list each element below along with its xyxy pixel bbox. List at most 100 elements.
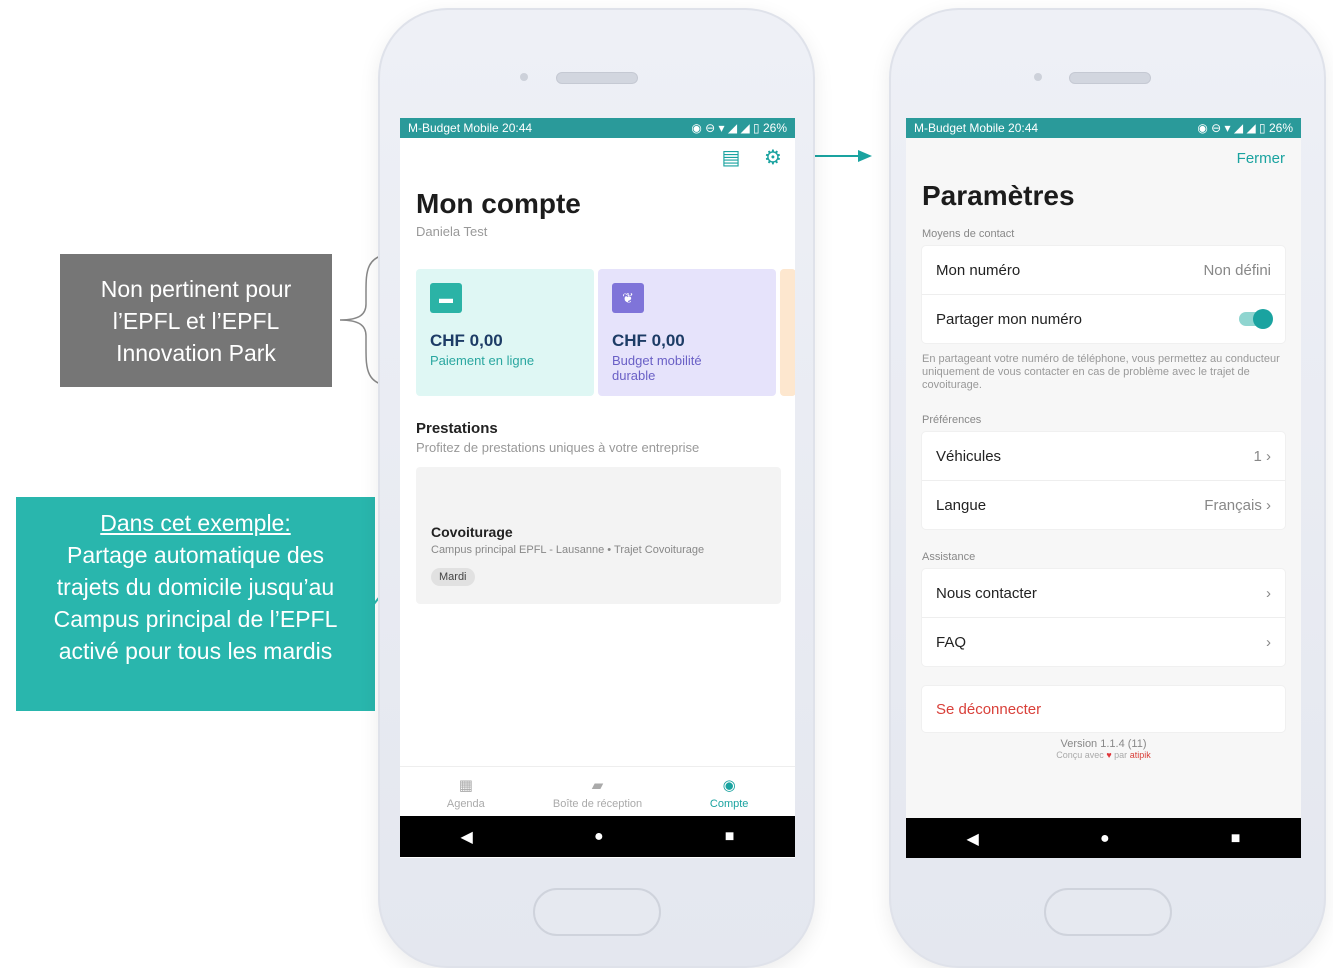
row-label: Partager mon numéro	[936, 310, 1082, 328]
day-chip: Mardi	[431, 568, 475, 586]
tab-label: Compte	[709, 798, 749, 810]
battery-level: ◉ ⊖ ▾ ◢ ◢ ▯ 26%	[1197, 121, 1293, 135]
next-card-peek[interactable]	[780, 269, 795, 396]
battery-text: 26%	[1268, 121, 1293, 135]
heart-icon: ♥	[1106, 750, 1112, 760]
annotation-example: Dans cet exemple: Partage automatique de…	[16, 497, 375, 711]
section-subtitle: Profitez de prestations uniques à votre …	[416, 440, 700, 455]
bottom-tab-bar: ▦ Agenda ▰ Boîte de réception ◉ Compte	[400, 766, 795, 817]
gear-icon[interactable]: ⚙	[763, 148, 783, 168]
card-label: Budget mobilité durable	[612, 353, 702, 383]
vehicles-row[interactable]: Véhicules 1 ›	[922, 432, 1285, 481]
credits-by: par	[1114, 750, 1128, 760]
annotation-line: l’EPFL et l’EPFL	[112, 307, 280, 334]
row-value: Non défini	[1203, 261, 1271, 279]
share-number-toggle[interactable]	[1239, 309, 1273, 329]
phone-frame-right: M-Budget Mobile 20:44 ◉ ⊖ ▾ ◢ ◢ ▯ 26% Fe…	[889, 8, 1326, 968]
account-screen: M-Budget Mobile 20:44 ◉ ⊖ ▾ ◢ ◢ ▯ 26% ▤ …	[400, 118, 795, 858]
hardware-home-button	[1043, 888, 1172, 936]
row-label: Mon numéro	[936, 261, 1021, 279]
chevron-right-icon: ›	[1266, 496, 1271, 514]
camera-icon	[1034, 73, 1042, 81]
clipboard-icon[interactable]: ▤	[721, 148, 741, 168]
recents-icon[interactable]: ■	[1231, 830, 1241, 848]
card-amount: CHF 0,00	[612, 331, 685, 350]
row-label: Langue	[936, 496, 987, 514]
credits: Conçu avec ♥ par atipik	[906, 750, 1301, 760]
contact-us-row[interactable]: Nous contacter ›	[922, 569, 1285, 618]
annotation-line: Campus principal de l’EPFL	[53, 606, 338, 632]
tab-agenda[interactable]: ▦ Agenda	[400, 767, 532, 817]
row-value-wrap: Français ›	[1204, 497, 1271, 514]
tab-label: Agenda	[446, 798, 485, 810]
battery-level: ◉ ⊖ ▾ ◢ ◢ ▯ 26%	[691, 121, 787, 135]
annotation-not-relevant: Non pertinent pour l’EPFL et l’EPFL Inno…	[60, 254, 332, 387]
mobility-budget-card[interactable]: ❦ CHF 0,00 Budget mobilité durable	[598, 269, 776, 396]
carpool-service-card[interactable]: Covoiturage Campus principal EPFL - Laus…	[416, 467, 781, 604]
page-title: Paramètres	[922, 180, 1075, 211]
row-value-wrap: 1 ›	[1253, 448, 1271, 465]
row-value: Français	[1204, 496, 1262, 514]
leaf-icon: ❦	[612, 283, 644, 313]
row-label: Véhicules	[936, 447, 1002, 465]
balance-cards: ▬ CHF 0,00 Paiement en ligne ❦ CHF 0,00 …	[416, 269, 795, 396]
annotation-line: activé pour tous les mardis	[58, 638, 333, 664]
language-row[interactable]: Langue Français ›	[922, 481, 1285, 529]
annotation-line: Innovation Park	[116, 339, 276, 366]
android-nav-bar: ◀ ● ■	[400, 816, 795, 857]
card-amount: CHF 0,00	[430, 331, 503, 350]
section-title: Prestations	[416, 420, 498, 437]
speaker-grille	[1069, 72, 1151, 84]
hardware-home-button	[532, 888, 661, 936]
row-label: FAQ	[936, 633, 967, 651]
share-number-row: Partager mon numéro	[922, 295, 1285, 343]
carrier-time: M-Budget Mobile 20:44	[408, 121, 533, 135]
user-circle-icon: ◉	[722, 777, 736, 794]
annotation-heading: Dans cet exemple:	[100, 510, 291, 536]
row-label: Nous contacter	[936, 584, 1037, 602]
row-value: 1	[1253, 447, 1262, 465]
page-title: Mon compte	[416, 188, 581, 219]
phone-frame-left: M-Budget Mobile 20:44 ◉ ⊖ ▾ ◢ ◢ ▯ 26% ▤ …	[378, 8, 815, 968]
battery-text: 26%	[762, 121, 787, 135]
back-icon[interactable]: ◀	[967, 829, 979, 849]
close-button[interactable]: Fermer	[906, 138, 1301, 167]
online-payment-card[interactable]: ▬ CHF 0,00 Paiement en ligne	[416, 269, 594, 396]
card-label: Paiement en ligne	[430, 353, 535, 368]
carrier-time: M-Budget Mobile 20:44	[914, 121, 1039, 135]
tab-label: Boîte de réception	[552, 798, 643, 810]
camera-icon	[520, 73, 528, 81]
my-number-row[interactable]: Mon numéro Non défini	[922, 246, 1285, 295]
assistance-group: Nous contacter › FAQ ›	[922, 569, 1285, 666]
home-icon[interactable]: ●	[1100, 830, 1110, 848]
android-nav-bar: ◀ ● ■	[906, 818, 1301, 858]
preferences-group: Véhicules 1 › Langue Français ›	[922, 432, 1285, 529]
logout-button[interactable]: Se déconnecter	[922, 686, 1285, 732]
chevron-right-icon: ›	[1266, 584, 1271, 602]
home-icon[interactable]: ●	[594, 828, 604, 846]
contact-group: Mon numéro Non défini Partager mon numér…	[922, 246, 1285, 343]
share-note: En partageant votre numéro de téléphone,…	[922, 353, 1280, 391]
chat-icon: ▰	[591, 777, 604, 794]
credits-made-with: Conçu avec	[1056, 750, 1104, 760]
tab-account[interactable]: ◉ Compte	[663, 767, 795, 817]
status-bar: M-Budget Mobile 20:44 ◉ ⊖ ▾ ◢ ◢ ▯ 26%	[400, 118, 795, 138]
annotation-line: trajets du domicile jusqu’au	[56, 574, 335, 600]
header-icons: ▤ ⚙	[400, 138, 795, 168]
annotation-line: Partage automatique des	[66, 542, 324, 568]
credits-company-link[interactable]: atipik	[1130, 750, 1151, 760]
status-bar: M-Budget Mobile 20:44 ◉ ⊖ ▾ ◢ ◢ ▯ 26%	[906, 118, 1301, 138]
recents-icon[interactable]: ■	[725, 828, 735, 846]
tab-inbox[interactable]: ▰ Boîte de réception	[532, 767, 664, 817]
service-title: Covoiturage	[431, 524, 513, 540]
service-subtitle: Campus principal EPFL - Lausanne • Traje…	[431, 544, 705, 556]
faq-row[interactable]: FAQ ›	[922, 618, 1285, 666]
section-label: Préférences	[922, 414, 982, 426]
back-icon[interactable]: ◀	[461, 827, 473, 847]
user-name: Daniela Test	[416, 224, 488, 239]
app-version: Version 1.1.4 (11)	[1060, 738, 1147, 750]
chevron-right-icon: ›	[1266, 447, 1271, 465]
settings-screen: M-Budget Mobile 20:44 ◉ ⊖ ▾ ◢ ◢ ▯ 26% Fe…	[906, 118, 1301, 858]
section-label: Assistance	[922, 551, 976, 563]
speaker-grille	[556, 72, 638, 84]
